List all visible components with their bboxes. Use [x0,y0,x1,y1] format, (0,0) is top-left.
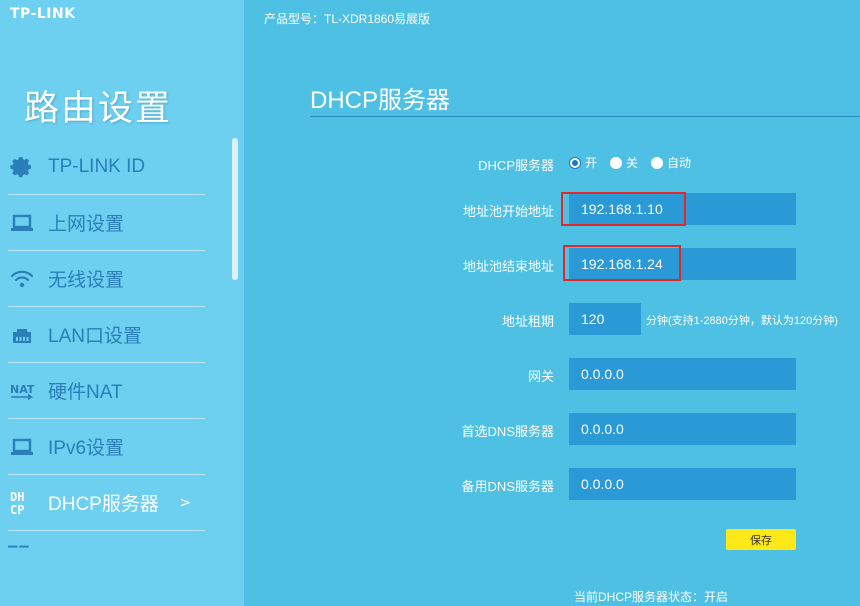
radio-on-label: 开 [585,156,598,170]
primary-dns-input[interactable]: 0.0.0.0 [569,413,796,445]
nat-icon-text: NAT [10,383,35,396]
sidebar-item-ipv6[interactable]: IPv6设置 [8,419,205,475]
sidebar-item-hardware-nat[interactable]: NAT 硬件NAT [8,363,205,419]
chevron-right-icon: > [179,495,191,511]
radio-auto-label: 自动 [667,156,692,170]
sidebar-menu: TP-LINK ID 上网设置 无线设置 LAN口设置 NAT 硬件NAT IP… [8,139,205,531]
laptop-icon [8,209,36,237]
sidebar-item-label: 硬件NAT [48,382,123,403]
sidebar-scrollbar[interactable] [232,138,238,280]
sidebar-item-partial: ▔▔ [8,546,31,560]
dhcp-icon-text-top: DH [10,490,24,504]
sidebar-title: 路由设置 [24,89,173,129]
lan-port-icon [8,321,36,349]
tp-link-logo: TP-LINK [10,6,76,22]
gear-icon [8,153,36,181]
radio-auto[interactable] [651,156,664,169]
product-model: 产品型号：TL-XDR1860易展版 [264,12,431,26]
sidebar-item-dhcp[interactable]: DH CP DHCP服务器 > [8,475,205,531]
pool-end-highlight [563,245,681,281]
dhcp-server-label: DHCP服务器 [478,158,554,173]
dhcp-server-radio-group: 开 关 自动 [569,154,704,171]
sidebar-item-tp-link-id[interactable]: TP-LINK ID [8,139,205,195]
pool-end-label: 地址池结束地址 [462,259,554,274]
gateway-input[interactable]: 0.0.0.0 [569,358,796,390]
lease-input[interactable]: 120 [569,303,641,335]
save-button[interactable]: 保存 [726,529,796,550]
gateway-label: 网关 [527,369,554,384]
lease-label: 地址租期 [501,314,554,329]
pool-start-label: 地址池开始地址 [462,204,554,219]
laptop-icon [8,433,36,461]
radio-off-label: 关 [626,156,639,170]
page-title: DHCP服务器 [310,87,451,114]
secondary-dns-label: 备用DNS服务器 [461,479,554,494]
sidebar-item-label: TP-LINK ID [48,155,146,177]
secondary-dns-input[interactable]: 0.0.0.0 [569,468,796,500]
title-divider [310,116,860,117]
sidebar-item-lan[interactable]: LAN口设置 [8,307,205,363]
sidebar-item-label: 无线设置 [48,270,125,291]
sidebar-item-label: DHCP服务器 [48,494,159,515]
sidebar-item-label: LAN口设置 [48,326,142,347]
pool-start-highlight [561,192,686,226]
dhcp-status-text: 当前DHCP服务器状态：开启 [574,590,729,604]
dhcp-icon-text-bottom: CP [10,503,24,517]
radio-on[interactable] [569,156,581,169]
sidebar: TP-LINK 路由设置 TP-LINK ID 上网设置 无线设置 LAN口设置… [0,0,244,606]
sidebar-item-label: IPv6设置 [48,438,125,459]
nat-icon: NAT [8,377,36,405]
lease-hint: 分钟(支持1-2880分钟，默认为120分钟) [646,315,838,327]
sidebar-item-internet[interactable]: 上网设置 [8,195,205,251]
sidebar-item-wireless[interactable]: 无线设置 [8,251,205,307]
primary-dns-label: 首选DNS服务器 [461,424,554,439]
sidebar-item-label: 上网设置 [48,214,125,235]
wifi-icon [8,265,36,293]
radio-off[interactable] [610,156,623,169]
dhcp-icon: DH CP [8,489,36,517]
